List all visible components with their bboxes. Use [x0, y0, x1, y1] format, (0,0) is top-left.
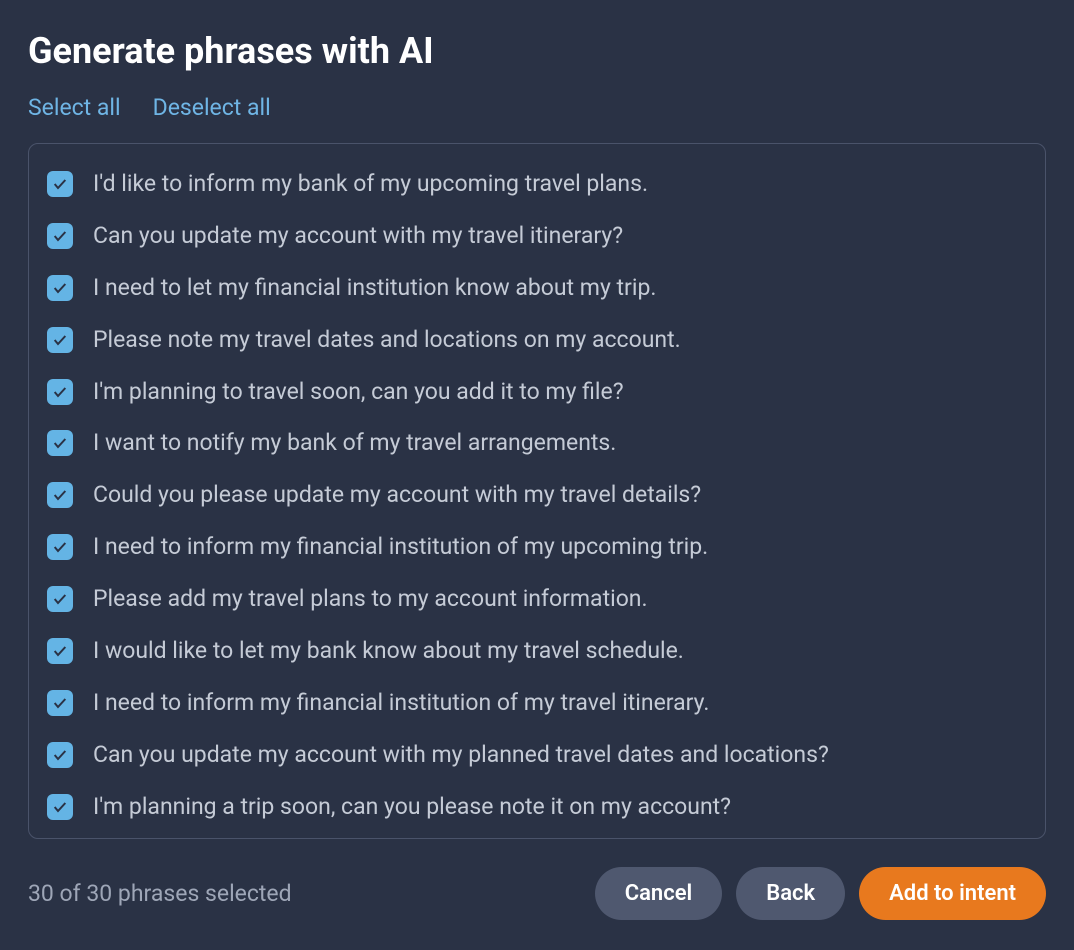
- phrase-text: I'm planning to travel soon, can you add…: [93, 377, 624, 407]
- checkbox[interactable]: [47, 794, 73, 820]
- back-button[interactable]: Back: [736, 867, 845, 920]
- phrase-text: I'd like to inform my bank of my upcomin…: [93, 169, 648, 199]
- phrase-text: Can you update my account with my travel…: [93, 221, 623, 251]
- checkbox[interactable]: [47, 430, 73, 456]
- checkbox[interactable]: [47, 379, 73, 405]
- check-icon: [52, 176, 68, 192]
- phrase-text: I'm planning a trip soon, can you please…: [93, 792, 731, 822]
- checkbox[interactable]: [47, 742, 73, 768]
- phrase-item: Could you please update my account with …: [47, 469, 1027, 521]
- phrase-list[interactable]: I'd like to inform my bank of my upcomin…: [28, 143, 1046, 839]
- phrase-item: I want to notify my bank of my travel ar…: [47, 417, 1027, 469]
- check-icon: [52, 539, 68, 555]
- check-icon: [52, 643, 68, 659]
- phrase-item: Can you update my account with my travel…: [47, 210, 1027, 262]
- select-all-link[interactable]: Select all: [28, 94, 121, 121]
- footer-buttons: Cancel Back Add to intent: [595, 867, 1046, 920]
- footer: 30 of 30 phrases selected Cancel Back Ad…: [28, 839, 1046, 920]
- phrase-item: I'm planning to travel soon, can you add…: [47, 366, 1027, 418]
- check-icon: [52, 799, 68, 815]
- phrase-text: I need to inform my financial institutio…: [93, 688, 709, 718]
- check-icon: [52, 384, 68, 400]
- checkbox[interactable]: [47, 690, 73, 716]
- phrase-text: Can you update my account with my planne…: [93, 740, 829, 770]
- checkbox[interactable]: [47, 223, 73, 249]
- checkbox[interactable]: [47, 171, 73, 197]
- deselect-all-link[interactable]: Deselect all: [153, 94, 271, 121]
- phrase-item: Please add my travel plans to my account…: [47, 573, 1027, 625]
- phrase-item: I'm planning a trip soon, can you please…: [47, 781, 1027, 833]
- page-title: Generate phrases with AI: [28, 30, 1046, 72]
- check-icon: [52, 332, 68, 348]
- check-icon: [52, 591, 68, 607]
- phrase-text: I would like to let my bank know about m…: [93, 636, 684, 666]
- checkbox[interactable]: [47, 534, 73, 560]
- phrase-text: Could you please update my account with …: [93, 480, 701, 510]
- check-icon: [52, 435, 68, 451]
- cancel-button[interactable]: Cancel: [595, 867, 723, 920]
- checkbox[interactable]: [47, 327, 73, 353]
- phrase-item: Please note my travel dates and location…: [47, 314, 1027, 366]
- selected-count: 30 of 30 phrases selected: [28, 880, 292, 907]
- phrase-text: I need to let my financial institution k…: [93, 273, 656, 303]
- checkbox[interactable]: [47, 482, 73, 508]
- check-icon: [52, 228, 68, 244]
- selection-links: Select all Deselect all: [28, 94, 1046, 121]
- checkbox[interactable]: [47, 275, 73, 301]
- phrase-text: Please add my travel plans to my account…: [93, 584, 648, 614]
- phrase-text: I need to inform my financial institutio…: [93, 532, 708, 562]
- phrase-item: Can you update my account with my planne…: [47, 729, 1027, 781]
- checkbox[interactable]: [47, 638, 73, 664]
- add-to-intent-button[interactable]: Add to intent: [859, 867, 1046, 920]
- check-icon: [52, 280, 68, 296]
- phrase-item: I'd like to inform my bank of my upcomin…: [47, 158, 1027, 210]
- phrase-text: Please note my travel dates and location…: [93, 325, 681, 355]
- check-icon: [52, 695, 68, 711]
- phrase-text: I want to notify my bank of my travel ar…: [93, 428, 616, 458]
- check-icon: [52, 487, 68, 503]
- phrase-item: I need to inform my financial institutio…: [47, 677, 1027, 729]
- phrase-item: I need to let my financial institution k…: [47, 262, 1027, 314]
- phrase-item: I would like to let my bank know about m…: [47, 625, 1027, 677]
- check-icon: [52, 747, 68, 763]
- checkbox[interactable]: [47, 586, 73, 612]
- phrase-item: I need to inform my financial institutio…: [47, 521, 1027, 573]
